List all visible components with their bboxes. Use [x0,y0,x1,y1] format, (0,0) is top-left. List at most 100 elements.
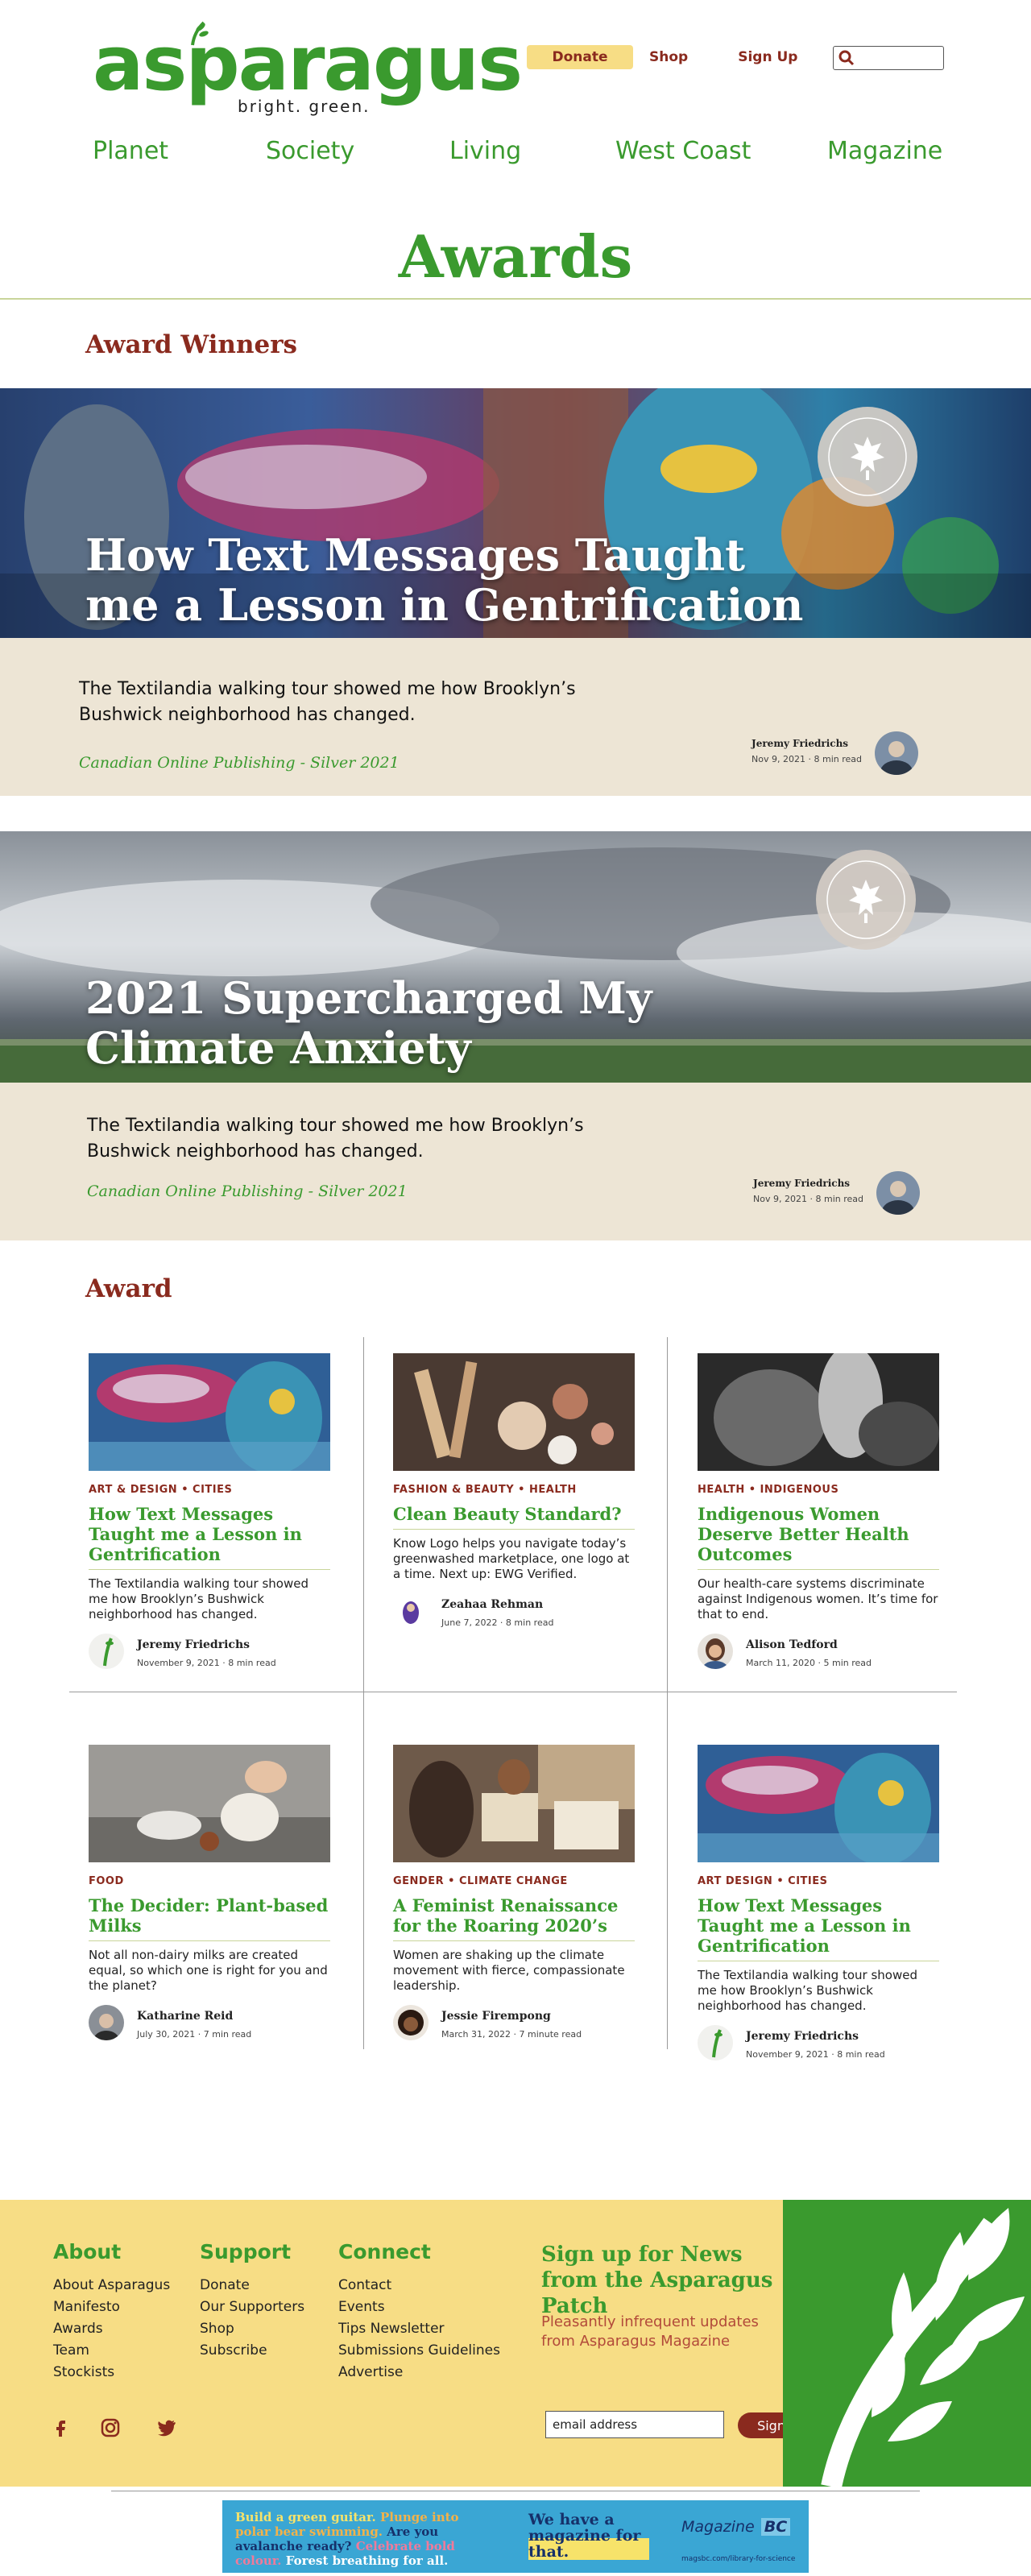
nav-magazine[interactable]: Magazine [827,137,942,165]
footer-heading: Support [200,2240,292,2263]
signup-link[interactable]: Sign Up [738,49,797,65]
ad-banner[interactable]: Build a green guitar. Plunge into polar … [222,2500,809,2573]
card-excerpt: Our health-care systems discriminate aga… [698,1576,938,1621]
ad-copy: Build a green guitar. Plunge into polar … [235,2510,469,2568]
footer-link[interactable]: Submissions Guidelines [338,2340,500,2362]
article-meta: Nov 9, 2021 · 8 min read [752,754,862,764]
feature-summary: The Textilandia walking tour showed me h… [0,638,1031,796]
footer-heading: Connect [338,2240,431,2263]
article-card[interactable]: FOOD The Decider: Plant-based Milks Not … [89,1745,330,2044]
nav-planet[interactable]: Planet [93,137,168,165]
article-card[interactable]: ART DESIGN • CITIES How Text Messages Ta… [698,1745,939,2064]
author-name[interactable]: Zeahaa Rehman [441,1598,543,1611]
footer-about: About About Asparagus Manifesto Awards T… [53,2240,170,2383]
article-meta: November 9, 2021 · 8 min read [746,2049,885,2060]
donate-button[interactable]: Donate [527,45,633,69]
asparagus-icon [821,2208,1025,2487]
utility-links: Donate Shop Sign Up [527,45,797,69]
author-name[interactable]: Katharine Reid [137,2010,233,2023]
feature-title[interactable]: How Text Messages Taught me a Lesson in … [85,530,803,630]
grid-divider [363,1337,364,1692]
article-card[interactable]: HEALTH • INDIGENOUS Indigenous Women Des… [698,1353,939,1672]
feature-description: The Textilandia walking tour showed me h… [79,679,576,725]
author-info: Jeremy Friedrichs Nov 9, 2021 · 8 min re… [752,738,862,764]
ad-brand-name: Magazine [681,2518,755,2536]
footer-link[interactable]: Shop [200,2318,304,2340]
instagram-icon[interactable] [100,2417,121,2438]
feature-card[interactable]: How Text Messages Taught me a Lesson in … [0,388,1031,796]
card-category[interactable]: FOOD [89,1875,330,1887]
search-input[interactable] [833,46,944,70]
author-name[interactable]: Jeremy Friedrichs [746,2030,859,2043]
author-info: Jeremy Friedrichs Nov 9, 2021 · 8 min re… [753,1178,863,1204]
avatar [698,1634,733,1669]
nav-living[interactable]: Living [449,137,521,165]
award-badge-icon [816,850,916,950]
footer-connect: Connect Contact Events Tips Newsletter S… [338,2240,500,2383]
avatar [89,2005,124,2040]
footer-link[interactable]: Team [53,2340,170,2362]
card-title[interactable]: Clean Beauty Standard? [393,1504,635,1530]
author-name[interactable]: Jeremy Friedrichs [137,1638,250,1651]
footer-link[interactable]: About Asparagus [53,2275,170,2296]
card-title[interactable]: The Decider: Plant-based Milks [89,1895,330,1941]
twitter-icon[interactable] [156,2417,177,2438]
site-header: asparagus bright. green. Donate Shop Sig… [0,0,1031,193]
footer-link[interactable]: Stockists [53,2362,170,2383]
article-meta: Nov 9, 2021 · 8 min read [753,1194,863,1204]
nav-west-coast[interactable]: West Coast [615,137,751,165]
article-meta: November 9, 2021 · 8 min read [137,1658,276,1668]
author-name[interactable]: Alison Tedford [746,1638,838,1651]
card-category[interactable]: ART DESIGN • CITIES [698,1875,939,1887]
card-excerpt: Know Logo helps you navigate today’s gre… [393,1536,630,1581]
newsletter-subtitle: Pleasantly infrequent updates from Aspar… [541,2313,759,2350]
feature-title[interactable]: 2021 Supercharged My Climate Anxiety [85,973,652,1073]
card-excerpt: Not all non-dairy milks are created equa… [89,1948,328,1993]
grid-divider [363,1692,364,2049]
footer-link[interactable]: Awards [53,2318,170,2340]
shop-link[interactable]: Shop [649,49,688,65]
page-title: Awards [398,222,633,291]
footer-link[interactable]: Contact [338,2275,500,2296]
footer-support: Support Donate Our Supporters Shop Subsc… [200,2240,304,2362]
article-card[interactable]: GENDER • CLIMATE CHANGE A Feminist Renai… [393,1745,635,2044]
footer-link[interactable]: Manifesto [53,2296,170,2318]
ad-line: Build a green guitar. [235,2510,376,2524]
footer-link[interactable]: Donate [200,2275,304,2296]
site-logo[interactable]: asparagus bright. green. [93,21,523,117]
article-card[interactable]: FASHION & BEAUTY • HEALTH Clean Beauty S… [393,1353,635,1632]
nav-society[interactable]: Society [266,137,354,165]
avatar [875,731,918,775]
card-title[interactable]: A Feminist Renaissance for the Roaring 2… [393,1895,635,1941]
card-title[interactable]: Indigenous Women Deserve Better Health O… [698,1504,939,1570]
newsletter-title: Sign up for News from the Asparagus Patc… [541,2243,773,2318]
feature-award: Canadian Online Publishing - Silver 2021 [79,754,400,772]
article-meta: July 30, 2021 · 7 min read [137,2029,252,2040]
card-author: Jessie Firempong March 31, 2022 · 7 minu… [393,2005,635,2044]
card-category[interactable]: GENDER • CLIMATE CHANGE [393,1875,635,1887]
card-image [698,1745,939,1862]
feature-title-line: How Text Messages Taught [85,529,746,581]
facebook-icon[interactable] [50,2417,71,2438]
footer-link[interactable]: Advertise [338,2362,500,2383]
card-author: Jeremy Friedrichs November 9, 2021 · 8 m… [698,2025,939,2064]
feature-description: The Textilandia walking tour showed me h… [87,1116,584,1162]
footer-link[interactable]: Tips Newsletter [338,2318,500,2340]
ad-brand: Magazine BC [681,2518,791,2536]
card-title[interactable]: How Text Messages Taught me a Lesson in … [89,1504,330,1570]
card-category[interactable]: ART & DESIGN • CITIES [89,1484,330,1496]
card-author: Katharine Reid July 30, 2021 · 7 min rea… [89,2005,330,2044]
author-name: Jeremy Friedrichs [752,738,849,749]
avatar [393,1593,429,1629]
card-category[interactable]: HEALTH • INDIGENOUS [698,1484,939,1496]
card-title[interactable]: How Text Messages Taught me a Lesson in … [698,1895,939,1961]
footer-link[interactable]: Subscribe [200,2340,304,2362]
email-field[interactable] [545,2411,724,2438]
card-category[interactable]: FASHION & BEAUTY • HEALTH [393,1484,635,1496]
author-name: Jeremy Friedrichs [753,1178,851,1189]
footer-link[interactable]: Our Supporters [200,2296,304,2318]
article-card[interactable]: ART & DESIGN • CITIES How Text Messages … [89,1353,330,1672]
author-name[interactable]: Jessie Firempong [441,2010,551,2023]
feature-card[interactable]: 2021 Supercharged My Climate Anxiety The… [0,831,1031,1240]
footer-link[interactable]: Events [338,2296,500,2318]
